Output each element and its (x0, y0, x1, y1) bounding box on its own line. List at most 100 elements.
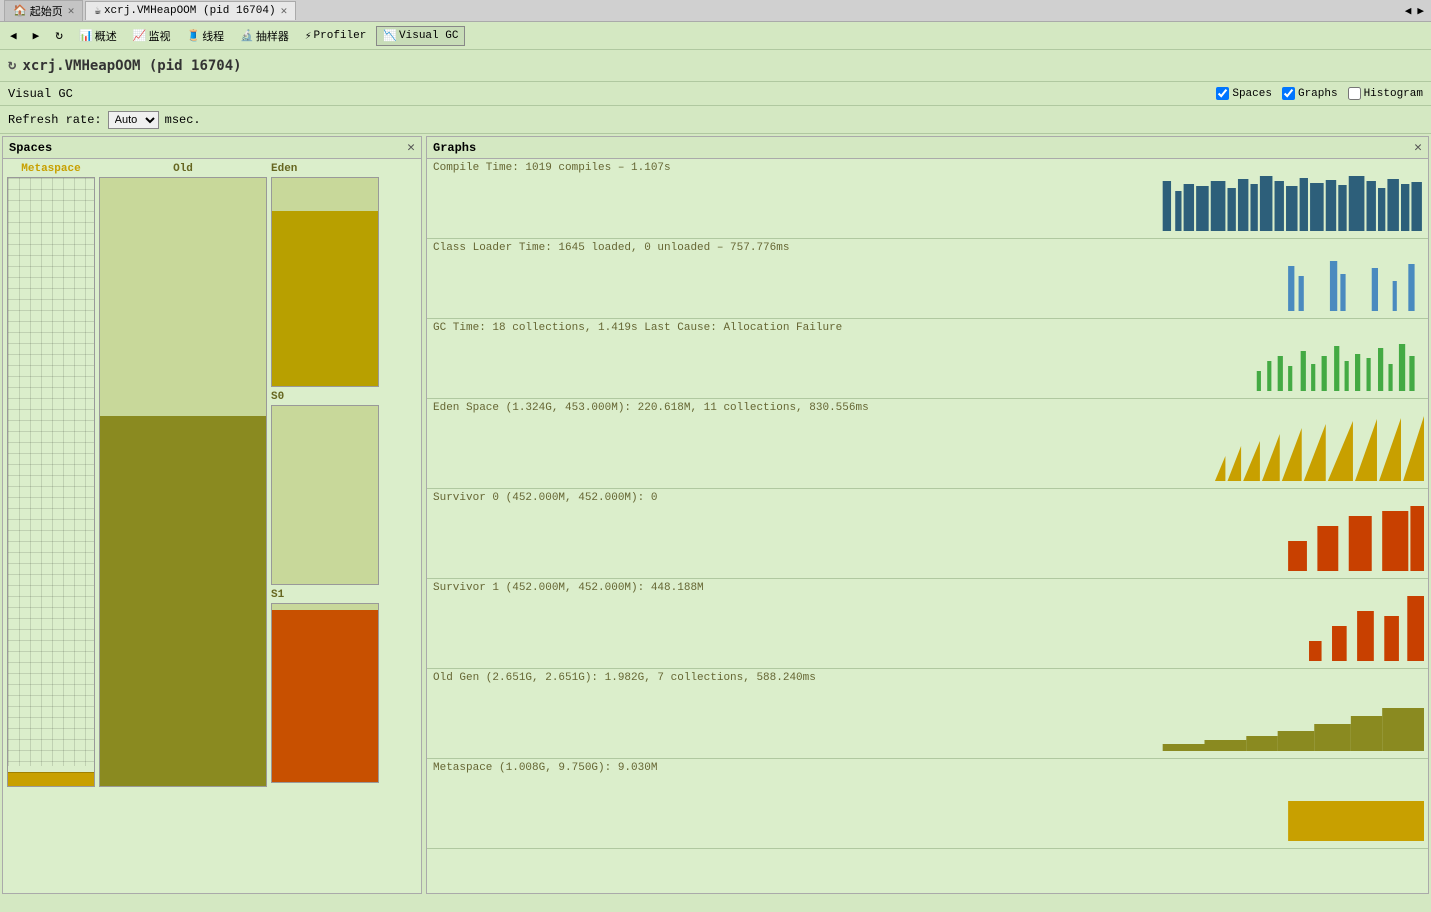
spaces-panel: Spaces ✕ Metaspace Old (2, 136, 422, 894)
spaces-checkbox-text: Spaces (1232, 88, 1272, 100)
jvm-tab-icon: ☕ (94, 4, 101, 18)
spaces-panel-header: Spaces ✕ (3, 137, 421, 159)
threads-label: 线程 (202, 28, 224, 44)
old-column: Old (99, 163, 267, 787)
profiler-icon: ⚡ (305, 29, 312, 43)
browser-tab-jvm[interactable]: ☕ xcrj.VMHeapOOM (pid 16704) ✕ (85, 1, 296, 20)
survivor1-row: Survivor 1 (452.000M, 452.000M): 448.188… (427, 579, 1428, 669)
young-column: Eden S0 S1 (271, 163, 379, 783)
title-refresh-icon: ↻ (8, 57, 16, 74)
eden-space-row: Eden Space (1.324G, 453.000M): 220.618M,… (427, 399, 1428, 489)
monitor-icon: 📈 (133, 29, 147, 43)
start-tab-label: 起始页 (30, 3, 63, 19)
old-block (99, 177, 267, 787)
graphs-checkbox-text: Graphs (1298, 88, 1338, 100)
profiler-label: Profiler (314, 30, 367, 42)
nav-forward-btn[interactable]: ▶ (27, 27, 46, 45)
spaces-checkbox[interactable] (1216, 87, 1229, 100)
eden-space-title: Eden Space (1.324G, 453.000M): 220.618M,… (427, 399, 1428, 414)
nav-back-icon: ◀ (10, 29, 17, 43)
survivor0-area (431, 506, 1424, 576)
eden-section: Eden (271, 163, 379, 387)
survivor1-area (431, 596, 1424, 666)
nav-forward-icon: ▶ (33, 29, 40, 43)
survivor0-title: Survivor 0 (452.000M, 452.000M): 0 (427, 489, 1428, 504)
graphs-checkbox-label[interactable]: Graphs (1282, 87, 1338, 100)
s0-label: S0 (271, 391, 379, 403)
jvm-tab-label: xcrj.VMHeapOOM (pid 16704) (104, 5, 276, 17)
nav-threads[interactable]: 🧵 线程 (180, 26, 230, 46)
survivor0-row: Survivor 0 (452.000M, 452.000M): 0 (427, 489, 1428, 579)
graphs-checkbox[interactable] (1282, 87, 1295, 100)
gc-time-title: GC Time: 18 collections, 1.419s Last Cau… (427, 319, 1428, 334)
nav-overview[interactable]: 📊 概述 (73, 26, 123, 46)
metaspace-area (431, 776, 1424, 846)
eden-label: Eden (271, 163, 379, 175)
metaspace-row: Metaspace (1.008G, 9.750G): 9.030M (427, 759, 1428, 849)
refresh-rate-label: Refresh rate: (8, 113, 102, 127)
metaspace-column: Metaspace (7, 163, 95, 787)
win-nav-forward[interactable]: ▶ (1414, 4, 1427, 18)
metaspace-block (7, 177, 95, 787)
nav-sampler[interactable]: 🔬 抽样器 (234, 26, 295, 46)
histogram-checkbox[interactable] (1348, 87, 1361, 100)
class-loader-area (431, 256, 1424, 316)
graphs-panel-title: Graphs (433, 141, 476, 155)
nav-refresh-icon: ↻ (55, 28, 63, 43)
nav-refresh-btn[interactable]: ↻ (49, 26, 69, 45)
gc-time-row: GC Time: 18 collections, 1.419s Last Cau… (427, 319, 1428, 399)
spaces-checkbox-label[interactable]: Spaces (1216, 87, 1272, 100)
compile-time-area (431, 176, 1424, 236)
win-nav-back[interactable]: ◀ (1402, 4, 1415, 18)
s1-fill (272, 610, 378, 782)
page-title: xcrj.VMHeapOOM (pid 16704) (22, 58, 241, 74)
checkboxes-group: Spaces Graphs Histogram (1216, 87, 1423, 100)
nav-back-btn[interactable]: ◀ (4, 27, 23, 45)
old-gen-title: Old Gen (2.651G, 2.651G): 1.982G, 7 coll… (427, 669, 1428, 684)
s1-section: S1 (271, 589, 379, 783)
visualgc-subtitle: Visual GC (8, 87, 73, 101)
s0-block (271, 405, 379, 585)
metaspace-label: Metaspace (21, 163, 80, 175)
overview-icon: 📊 (79, 29, 93, 43)
spaces-panel-close[interactable]: ✕ (407, 140, 415, 155)
old-label: Old (173, 163, 193, 175)
class-loader-title: Class Loader Time: 1645 loaded, 0 unload… (427, 239, 1428, 254)
gc-time-area (431, 336, 1424, 396)
visualgc-icon: 📉 (383, 29, 397, 43)
old-fill (100, 416, 266, 786)
s1-label: S1 (271, 589, 379, 601)
class-loader-row: Class Loader Time: 1645 loaded, 0 unload… (427, 239, 1428, 319)
spaces-panel-title: Spaces (9, 141, 52, 155)
eden-space-area (431, 416, 1424, 486)
s0-section: S0 (271, 391, 379, 585)
start-tab-icon: 🏠 (13, 4, 27, 18)
metaspace-fill (8, 772, 94, 786)
threads-icon: 🧵 (186, 29, 200, 43)
refresh-rate-unit: msec. (165, 113, 201, 127)
nav-monitor[interactable]: 📈 监视 (127, 26, 177, 46)
compile-time-title: Compile Time: 1019 compiles – 1.107s (427, 159, 1428, 174)
graphs-panel: Graphs ✕ Compile Time: 1019 compiles – 1… (426, 136, 1429, 894)
refresh-rate-select[interactable]: Auto 100 200 500 1000 2000 (108, 111, 159, 129)
old-gen-row: Old Gen (2.651G, 2.651G): 1.982G, 7 coll… (427, 669, 1428, 759)
nav-visualgc[interactable]: 📉 Visual GC (376, 26, 465, 46)
metaspace-graph-title: Metaspace (1.008G, 9.750G): 9.030M (427, 759, 1428, 774)
survivor1-title: Survivor 1 (452.000M, 452.000M): 448.188… (427, 579, 1428, 594)
histogram-checkbox-label[interactable]: Histogram (1348, 87, 1423, 100)
eden-fill (272, 211, 378, 386)
compile-time-row: Compile Time: 1019 compiles – 1.107s (427, 159, 1428, 239)
histogram-checkbox-text: Histogram (1364, 88, 1423, 100)
s1-block (271, 603, 379, 783)
spaces-content: Metaspace Old Eden (3, 159, 421, 893)
eden-block (271, 177, 379, 387)
sampler-label: 抽样器 (256, 28, 289, 44)
sampler-icon: 🔬 (240, 29, 254, 43)
visualgc-label: Visual GC (399, 30, 458, 42)
graphs-panel-close[interactable]: ✕ (1414, 140, 1422, 155)
nav-profiler[interactable]: ⚡ Profiler (299, 27, 372, 45)
browser-tab-start[interactable]: 🏠 起始页 ✕ (4, 0, 83, 21)
overview-label: 概述 (95, 28, 117, 44)
graphs-content: Compile Time: 1019 compiles – 1.107s (427, 159, 1428, 849)
graphs-panel-header: Graphs ✕ (427, 137, 1428, 159)
